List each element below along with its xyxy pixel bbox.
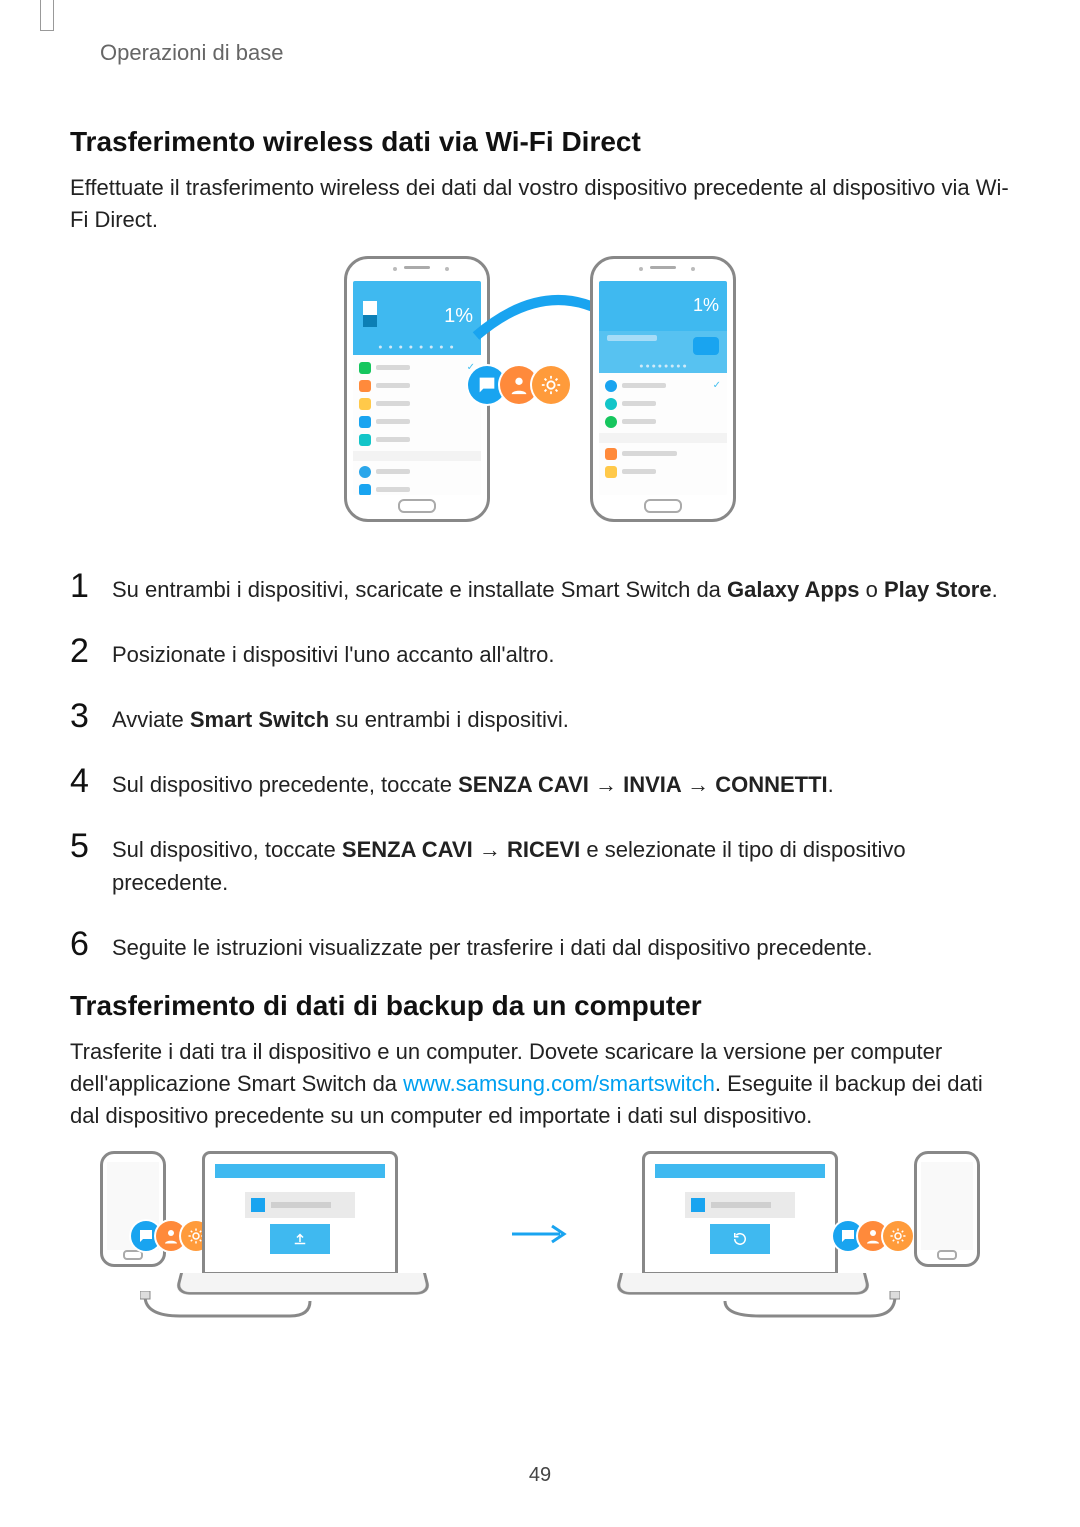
restore-icon bbox=[710, 1224, 770, 1254]
step-6: 6 Seguite le istruzioni visualizzate per… bbox=[70, 925, 1010, 964]
laptop bbox=[180, 1151, 420, 1301]
page-tab-marker bbox=[40, 0, 54, 31]
scene-restore bbox=[600, 1151, 980, 1321]
breadcrumb: Operazioni di base bbox=[100, 40, 1010, 66]
percent-label: 1% bbox=[693, 295, 719, 316]
settings-icon bbox=[883, 1221, 913, 1251]
laptop bbox=[620, 1151, 860, 1301]
step-4: 4 Sul dispositivo precedente, toccate SE… bbox=[70, 762, 1010, 801]
settings-icon bbox=[532, 366, 570, 404]
section2-title: Trasferimento di dati di backup da un co… bbox=[70, 990, 1010, 1022]
steps-list: 1 Su entrambi i dispositivi, scaricate e… bbox=[70, 567, 1010, 964]
illustration-wifi-direct: 1% ● ● ● ● ● ● ● ● ✓ bbox=[70, 256, 1010, 527]
upload-icon bbox=[270, 1224, 330, 1254]
data-bubbles-small bbox=[838, 1221, 913, 1251]
section1-intro: Effettuate il trasferimento wireless dei… bbox=[70, 172, 1010, 236]
scene-backup bbox=[100, 1151, 480, 1321]
step-number: 4 bbox=[70, 764, 106, 798]
step-number: 1 bbox=[70, 569, 106, 603]
mini-phone-target bbox=[914, 1151, 980, 1267]
illustration-computer-backup bbox=[70, 1151, 1010, 1321]
step-number: 6 bbox=[70, 927, 106, 961]
data-type-bubbles bbox=[474, 366, 570, 404]
step-5: 5 Sul dispositivo, toccate SENZA CAVI → … bbox=[70, 827, 1010, 899]
arrow-right-icon bbox=[510, 1223, 570, 1250]
step-number: 2 bbox=[70, 634, 106, 668]
step-2: 2 Posizionate i dispositivi l'uno accant… bbox=[70, 632, 1010, 671]
section1-title: Trasferimento wireless dati via Wi-Fi Di… bbox=[70, 126, 1010, 158]
percent-label: 1% bbox=[444, 305, 473, 328]
step-3: 3 Avviate Smart Switch su entrambi i dis… bbox=[70, 697, 1010, 736]
phone-target: 1% ● ● ● ● ● ● ● ● ✓ bbox=[590, 256, 736, 522]
page-number: 49 bbox=[0, 1464, 1080, 1487]
step-1: 1 Su entrambi i dispositivi, scaricate e… bbox=[70, 567, 1010, 606]
smartswitch-link[interactable]: www.samsung.com/smartswitch bbox=[403, 1071, 715, 1096]
step-number: 3 bbox=[70, 699, 106, 733]
section2-intro: Trasferite i dati tra il dispositivo e u… bbox=[70, 1036, 1010, 1132]
step-number: 5 bbox=[70, 829, 106, 863]
